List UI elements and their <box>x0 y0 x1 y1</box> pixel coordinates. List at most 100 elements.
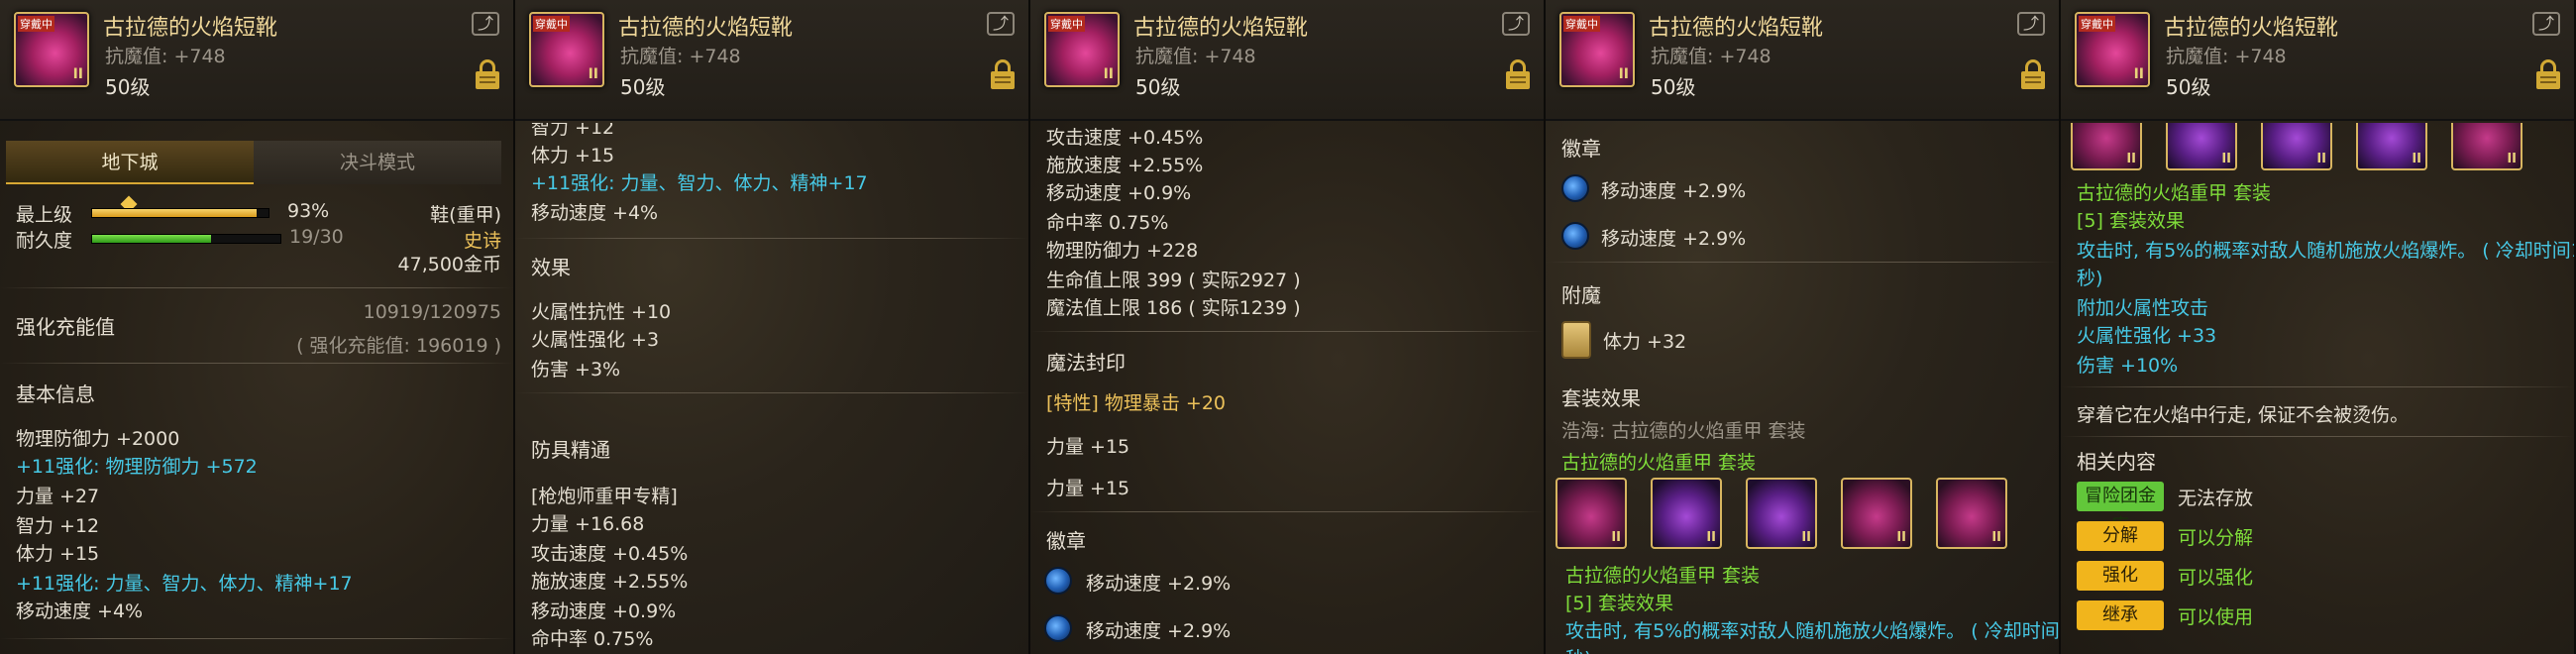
set-piece-icon[interactable]: II <box>2451 123 2522 170</box>
divider <box>515 238 1028 239</box>
tooltip-body[interactable]: 智力 +12 体力 +15 +11强化: 力量、智力、体力、精神+17 移动速度… <box>515 123 1028 654</box>
tooltip-panel-2: 穿戴中 II 古拉德的火焰短靴 抗魔值: +748 50级 ⤴ 智力 +12 体力… <box>515 0 1030 654</box>
emblem-blue-icon <box>1044 614 1072 642</box>
flavor-text: 穿着它在火焰中行走, 保证不会被烫伤。 <box>2077 404 2410 426</box>
share-link-icon[interactable]: ⤴ <box>987 12 1015 36</box>
item-header: 穿戴中 II 古拉德的火焰短靴 抗魔值: +748 50级 ⤴ <box>1546 0 2059 121</box>
stat-line: 施放速度 +2.55% <box>1046 155 1204 176</box>
set-piece-icon[interactable]: II <box>1556 478 1627 549</box>
adventure-vault-button[interactable]: 冒险团金库 <box>2077 482 2164 536</box>
effect-title: 效果 <box>531 256 571 279</box>
lock-icon[interactable] <box>991 59 1015 89</box>
enhance-button[interactable]: 强化 <box>2077 561 2164 591</box>
set-piece-icon[interactable]: II <box>1746 478 1817 549</box>
related-status: 可以分解 <box>2178 527 2254 549</box>
share-link-icon[interactable]: ⤴ <box>2532 12 2560 36</box>
boots-icon: 穿戴中 II <box>1559 12 1635 87</box>
max-level-label: 最上级 <box>16 204 73 226</box>
tooltip-body[interactable]: 地下城 决斗模式 最上级 93% 耐久度 19/30 鞋(重甲) 史诗 47,5… <box>0 123 513 654</box>
emblem-blue-icon <box>1044 567 1072 595</box>
seal-trait: [特性] 物理暴击 +20 <box>1046 392 1227 414</box>
set-piece-icon[interactable]: II <box>1651 478 1722 549</box>
grade-mark: II <box>1103 66 1114 82</box>
stat-line: 移动速度 +4% <box>531 202 659 224</box>
tooltip-body[interactable]: 攻击速度 +0.45% 施放速度 +2.55% 移动速度 +0.9% 命中率 0… <box>1030 123 1544 654</box>
enchant-card-icon <box>1561 321 1591 359</box>
boots-icon: 穿戴中 II <box>2075 12 2150 87</box>
lock-icon[interactable] <box>2021 59 2045 89</box>
divider <box>0 287 513 288</box>
item-title: 古拉德的火焰短靴 <box>2164 16 2339 41</box>
set-bonus-desc: 攻击时, 有5%的概率对敌人随机施放火焰爆炸。 ( 冷却时间1 <box>2077 240 2574 262</box>
mastery-line: 移动速度 +0.9% <box>531 600 677 622</box>
lock-icon[interactable] <box>2536 59 2560 89</box>
set-piece-icon[interactable]: II <box>2071 123 2142 170</box>
set-piece-icon[interactable]: II <box>1936 478 2007 549</box>
disassemble-button[interactable]: 分解 <box>2077 521 2164 551</box>
stat-line-cut: 智力 +12 <box>531 123 615 139</box>
set-piece-icon[interactable]: II <box>2356 123 2427 170</box>
emblem-line: 移动速度 +2.9% <box>1086 620 1232 642</box>
grade-mark: II <box>72 66 83 82</box>
related-status: 可以强化 <box>2178 567 2254 589</box>
divider <box>0 638 513 639</box>
equipped-tag: 穿戴中 <box>2079 16 2115 32</box>
stat-line: +11强化: 力量、智力、体力、精神+17 <box>531 172 868 194</box>
inherit-button[interactable]: 继承 <box>2077 600 2164 630</box>
item-title: 古拉德的火焰短靴 <box>618 16 794 41</box>
effect-line: 火属性抗性 +10 <box>531 301 672 323</box>
item-level: 50级 <box>620 75 666 99</box>
set-bonus-line: 伤害 +10% <box>2077 355 2179 377</box>
item-header: 穿戴中 II 古拉德的火焰短靴 抗魔值: +748 50级 ⤴ <box>1030 0 1544 121</box>
magic-resist: 抗魔值: +748 <box>105 46 226 67</box>
related-title: 相关内容 <box>2077 450 2156 474</box>
stat-line: 体力 +15 <box>16 543 100 565</box>
mastery-line: 力量 +16.68 <box>531 513 645 535</box>
lock-icon[interactable] <box>476 59 499 89</box>
emblem-blue-icon <box>1561 222 1589 250</box>
magic-resist: 抗魔值: +748 <box>1651 46 1771 67</box>
set-piece-icon[interactable]: II <box>2166 123 2237 170</box>
share-link-icon[interactable]: ⤴ <box>472 12 499 36</box>
boots-icon: 穿戴中 II <box>14 12 89 87</box>
lock-icon[interactable] <box>1506 59 1530 89</box>
tooltip-panel-3: 穿戴中 II 古拉德的火焰短靴 抗魔值: +748 50级 ⤴ 攻击速度 +0.4… <box>1030 0 1546 654</box>
item-rarity: 史诗 <box>463 230 501 252</box>
tooltip-panel-5: 穿戴中 II 古拉德的火焰短靴 抗魔值: +748 50级 ⤴ II II II … <box>2061 0 2576 654</box>
item-level: 50级 <box>1135 75 1181 99</box>
item-header: 穿戴中 II 古拉德的火焰短靴 抗魔值: +748 50级 ⤴ <box>515 0 1028 121</box>
mode-tabs: 地下城 决斗模式 <box>6 141 501 213</box>
item-level: 50级 <box>105 75 151 99</box>
tooltip-panel-1: 穿戴中 II 古拉德的火焰短靴 抗魔值: +748 50级 ⤴ 地下城 决斗模式 … <box>0 0 515 654</box>
item-type: 鞋(重甲) <box>430 204 501 226</box>
set-bonus-desc: 攻击时, 有5%的概率对敌人随机施放火焰爆炸。 ( 冷却时间1 <box>1565 620 2059 642</box>
equipped-tag: 穿戴中 <box>533 16 570 32</box>
tab-dungeon[interactable]: 地下城 <box>6 141 254 184</box>
equipped-tag: 穿戴中 <box>1048 16 1085 32</box>
charge-sub: ( 强化充能值: 196019 ) <box>296 335 501 357</box>
stat-line: 移动速度 +4% <box>16 600 144 622</box>
set-name: 古拉德的火焰重甲 套装 <box>1565 565 1761 587</box>
stat-line: 攻击速度 +0.45% <box>1046 127 1204 149</box>
share-link-icon[interactable]: ⤴ <box>2017 12 2045 36</box>
set-piece-icon[interactable]: II <box>1841 478 1912 549</box>
divider <box>0 363 513 364</box>
tab-pvp[interactable]: 决斗模式 <box>254 141 501 184</box>
boots-icon: 穿戴中 II <box>529 12 604 87</box>
divider <box>515 392 1028 393</box>
equipped-tag: 穿戴中 <box>18 16 54 32</box>
set-piece-icon[interactable]: II <box>2261 123 2332 170</box>
magic-resist: 抗魔值: +748 <box>2166 46 2287 67</box>
mastery-title: 防具精通 <box>531 438 610 462</box>
set-name: 古拉德的火焰重甲 套装 <box>1561 452 1757 474</box>
tooltip-body[interactable]: II II II II II 古拉德的火焰重甲 套装 [5] 套装效果 攻击时,… <box>2061 123 2574 654</box>
divider <box>1030 331 1544 332</box>
tooltip-body[interactable]: 徽章 移动速度 +2.9% 移动速度 +2.9% 附魔 体力 +32 套装效果 … <box>1546 123 2059 654</box>
boots-icon: 穿戴中 II <box>1044 12 1120 87</box>
stat-line: +11强化: 物理防御力 +572 <box>16 456 258 478</box>
stat-line: 命中率 0.75% <box>1046 212 1169 234</box>
share-link-icon[interactable]: ⤴ <box>1502 12 1530 36</box>
effect-line: 火属性强化 +3 <box>531 329 660 351</box>
magic-resist: 抗魔值: +748 <box>620 46 741 67</box>
item-header: 穿戴中 II 古拉德的火焰短靴 抗魔值: +748 50级 ⤴ <box>0 0 513 121</box>
